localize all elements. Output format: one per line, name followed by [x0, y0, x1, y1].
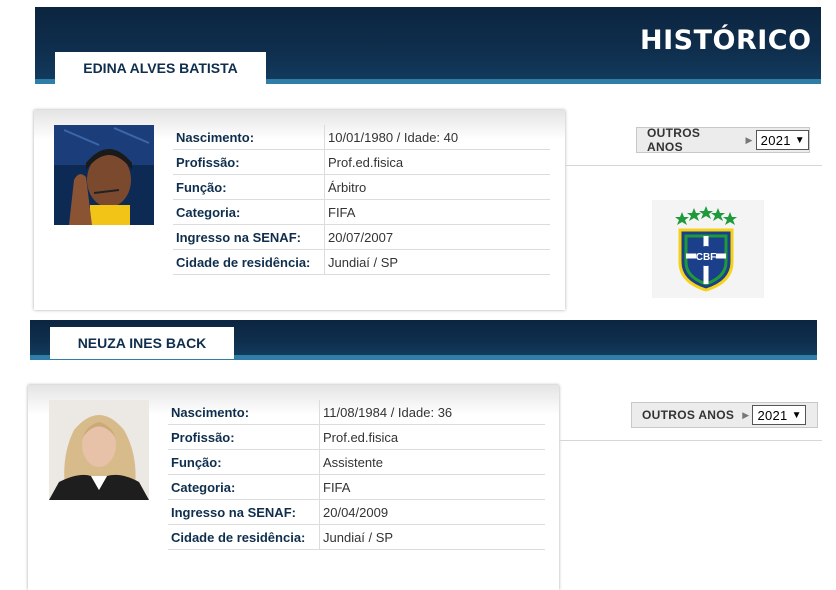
- info-row-categoria: Categoria: FIFA: [173, 200, 550, 225]
- info-value: 20/04/2009: [319, 500, 545, 524]
- outros-anos-box: OUTROS ANOS ▶ 2021 ▼: [631, 402, 818, 428]
- info-value: FIFA: [319, 475, 545, 499]
- referee-info-table: Nascimento: 10/01/1980 / Idade: 40 Profis…: [173, 125, 550, 275]
- info-value: Árbitro: [324, 175, 550, 199]
- divider-line: [559, 440, 822, 441]
- chevron-down-icon: ▼: [794, 134, 805, 146]
- outros-anos-box: OUTROS ANOS ▶ 2021 ▼: [636, 126, 810, 154]
- info-label: Ingresso na SENAF:: [171, 504, 296, 520]
- referee-name-tab[interactable]: EDINA ALVES BATISTA: [55, 52, 266, 84]
- info-label: Ingresso na SENAF:: [176, 229, 301, 245]
- info-label: Cidade de residência:: [171, 529, 306, 545]
- info-row-ingresso: Ingresso na SENAF: 20/07/2007: [173, 225, 550, 250]
- info-row-funcao: Função: Assistente: [168, 450, 545, 475]
- cbf-logo-box: CBF: [652, 200, 764, 298]
- info-value: 10/01/1980 / Idade: 40: [324, 125, 550, 149]
- info-label: Função:: [171, 454, 222, 470]
- info-value: 20/07/2007: [324, 225, 550, 249]
- cbf-logo-text: CBF: [696, 252, 717, 263]
- referee-photo: [49, 400, 149, 500]
- info-row-cidade: Cidade de residência: Jundiaí / SP: [173, 250, 550, 275]
- referee-name-tab[interactable]: NEUZA INES BACK: [50, 327, 234, 359]
- info-row-nascimento: Nascimento: 10/01/1980 / Idade: 40: [173, 125, 550, 150]
- info-value: Assistente: [319, 450, 545, 474]
- year-select[interactable]: 2021 ▼: [752, 405, 806, 425]
- referee-photo: [54, 125, 154, 225]
- info-label: Cidade de residência:: [176, 254, 311, 270]
- year-select-value: 2021: [760, 132, 791, 148]
- triangle-right-icon: ▶: [742, 409, 750, 420]
- info-value: Prof.ed.fisica: [324, 150, 550, 174]
- info-row-profissao: Profissão: Prof.ed.fisica: [173, 150, 550, 175]
- chevron-down-icon: ▼: [791, 409, 802, 421]
- info-label: Categoria:: [171, 479, 236, 495]
- cbf-crest-icon: CBF: [675, 206, 737, 292]
- info-label: Categoria:: [176, 204, 241, 220]
- info-label: Profissão:: [171, 429, 235, 445]
- outros-anos-label: OUTROS ANOS: [642, 408, 735, 422]
- info-row-nascimento: Nascimento: 11/08/1984 / Idade: 36: [168, 400, 545, 425]
- info-row-profissao: Profissão: Prof.ed.fisica: [168, 425, 545, 450]
- info-label: Profissão:: [176, 154, 240, 170]
- info-value: Jundiaí / SP: [324, 250, 550, 274]
- referee-info-table: Nascimento: 11/08/1984 / Idade: 36 Profis…: [168, 400, 545, 550]
- outros-anos-label: OUTROS ANOS: [647, 126, 701, 154]
- info-label: Nascimento:: [176, 129, 255, 145]
- triangle-right-icon: ▶: [745, 134, 753, 145]
- info-label: Nascimento:: [171, 404, 250, 420]
- info-value: Jundiaí / SP: [319, 525, 545, 549]
- info-value: Prof.ed.fisica: [319, 425, 545, 449]
- info-row-funcao: Função: Árbitro: [173, 175, 550, 200]
- info-label: Função:: [176, 179, 227, 195]
- year-select-value: 2021: [757, 407, 788, 423]
- divider-line: [565, 165, 822, 166]
- info-row-categoria: Categoria: FIFA: [168, 475, 545, 500]
- year-select[interactable]: 2021 ▼: [755, 130, 809, 150]
- info-value: 11/08/1984 / Idade: 36: [319, 400, 545, 424]
- info-value: FIFA: [324, 200, 550, 224]
- info-row-ingresso: Ingresso na SENAF: 20/04/2009: [168, 500, 545, 525]
- page-title: HISTÓRICO: [640, 25, 812, 56]
- info-row-cidade: Cidade de residência: Jundiaí / SP: [168, 525, 545, 550]
